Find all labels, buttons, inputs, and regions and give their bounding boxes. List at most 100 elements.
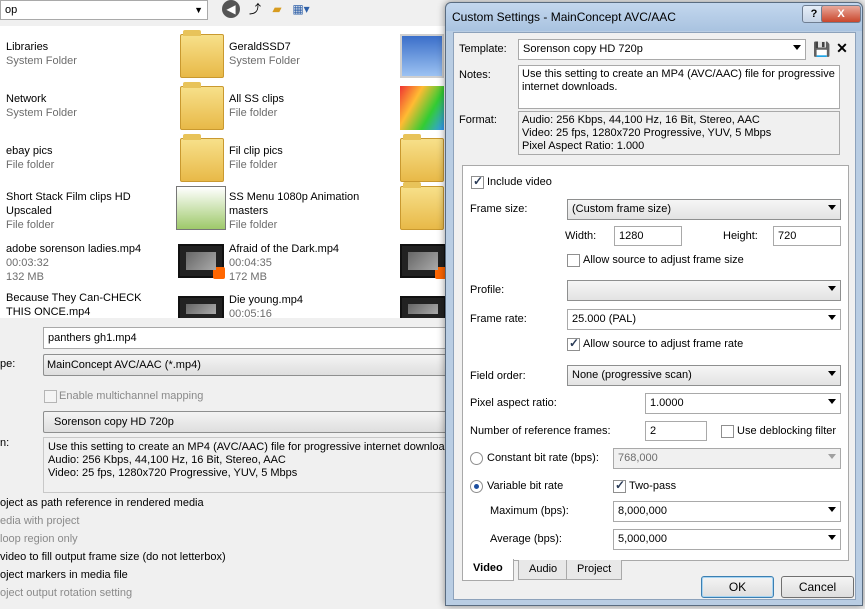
list-item[interactable]: Short Stack Film clips HD Upscaled File …: [6, 190, 166, 238]
computer-icon: [400, 34, 444, 78]
pixel-aspect-ratio-combo[interactable]: 1.0000: [645, 393, 841, 414]
format-line: Video: 25 fps, 1280x720 Progressive, YUV…: [522, 127, 772, 139]
field-order-label: Field order:: [470, 370, 526, 382]
list-item[interactable]: Libraries System Folder: [6, 40, 171, 88]
profile-combo[interactable]: [567, 280, 841, 301]
two-pass-checkbox[interactable]: [613, 478, 626, 493]
dialog-titlebar[interactable]: Custom Settings - MainConcept AVC/AAC ? …: [446, 3, 862, 31]
maximum-bit-rate-value: 8,000,000: [618, 505, 667, 517]
filename-value: panthers gh1.mp4: [48, 332, 137, 344]
video-file-icon: [178, 296, 224, 318]
description-label: n:: [0, 437, 10, 449]
list-item[interactable]: Because They Can-CHECK THIS ONCE.mp4: [6, 291, 166, 318]
chevron-down-icon: [828, 286, 836, 291]
file-type: File folder: [229, 219, 278, 231]
list-item[interactable]: Afraid of the Dark.mp4 00:04:35 172 MB: [229, 242, 394, 290]
list-item[interactable]: Die young.mp4 00:05:16: [229, 293, 394, 318]
average-bit-rate-combo[interactable]: 5,000,000: [613, 529, 841, 550]
field-order-combo[interactable]: None (progressive scan): [567, 365, 841, 386]
file-type: System Folder: [229, 55, 300, 67]
cancel-button[interactable]: Cancel: [781, 576, 854, 598]
file-type: File folder: [229, 107, 278, 119]
maximum-bit-rate-combo[interactable]: 8,000,000: [613, 501, 841, 522]
tab-project[interactable]: Project: [566, 560, 623, 580]
tab-label: Audio: [529, 563, 558, 575]
template-value: Sorenson copy HD 720p: [523, 43, 643, 55]
pixel-aspect-ratio-value: 1.0000: [650, 397, 684, 409]
deblocking-filter-checkbox[interactable]: [721, 425, 734, 438]
file-type: System Folder: [6, 55, 77, 67]
include-video-label: Include video: [487, 176, 552, 188]
allow-frame-size-checkbox[interactable]: [567, 254, 580, 267]
save-template-icon[interactable]: 💾: [813, 41, 830, 57]
filename-input[interactable]: panthers gh1.mp4: [43, 327, 447, 349]
view-menu-icon[interactable]: ▦▾: [292, 0, 310, 18]
template-combo[interactable]: Sorenson copy HD 720p: [43, 411, 447, 433]
notes-textarea[interactable]: Use this setting to create an MP4 (AVC/A…: [518, 65, 840, 109]
deblocking-filter-label: Use deblocking filter: [737, 425, 837, 437]
folder-path-combo[interactable]: op ▼: [0, 0, 208, 20]
constant-bit-rate-radio[interactable]: [470, 452, 483, 465]
dialog-title: Custom Settings - MainConcept AVC/AAC: [452, 10, 676, 24]
variable-bit-rate-radio[interactable]: [470, 480, 483, 493]
allow-frame-rate-checkbox[interactable]: [567, 336, 580, 351]
ok-label: OK: [728, 580, 747, 594]
list-item[interactable]: SS Menu 1080p Animation masters File fol…: [229, 190, 394, 238]
tab-audio[interactable]: Audio: [518, 560, 569, 580]
file-name: SS Menu 1080p Animation masters: [229, 191, 360, 217]
height-value: 720: [778, 230, 797, 242]
render-option-loop-region[interactable]: loop region only: [0, 533, 78, 545]
list-item[interactable]: adobe sorenson ladies.mp4 00:03:32 132 M…: [6, 242, 171, 290]
save-type-combo[interactable]: MainConcept AVC/AAC (*.mp4): [43, 354, 447, 376]
height-input[interactable]: 720: [773, 226, 841, 246]
include-video-checkbox[interactable]: [471, 174, 484, 189]
file-name: Die young.mp4: [229, 294, 303, 306]
frame-size-label: Frame size:: [470, 203, 528, 215]
up-folder-icon[interactable]: ⤴: [246, 0, 264, 18]
frame-size-combo[interactable]: (Custom frame size): [567, 199, 841, 220]
new-folder-icon[interactable]: ▰: [268, 0, 286, 18]
folder-icon: [400, 134, 444, 182]
list-item[interactable]: GeraldSSD7 System Folder: [229, 40, 394, 88]
render-option-fill-frame[interactable]: video to fill output frame size (do not …: [0, 551, 226, 563]
reference-frames-input[interactable]: 2: [645, 421, 707, 441]
delete-template-icon[interactable]: ✕: [834, 40, 850, 56]
template-value: Sorenson copy HD 720p: [54, 416, 174, 428]
dialog-client-area: Template: Sorenson copy HD 720p 💾 ✕ Note…: [453, 32, 856, 600]
back-icon[interactable]: ◀: [222, 0, 240, 18]
render-option-path-reference[interactable]: oject as path reference in rendered medi…: [0, 497, 204, 509]
folder-icon: [400, 86, 444, 130]
file-type: File folder: [6, 219, 55, 231]
file-name: All SS clips: [229, 93, 285, 105]
list-item[interactable]: ebay pics File folder: [6, 144, 171, 192]
video-file-icon: [178, 244, 225, 279]
list-item[interactable]: Network System Folder: [6, 92, 171, 140]
enable-multichannel-checkbox[interactable]: [44, 390, 57, 403]
list-item[interactable]: Fil clip pics File folder: [229, 144, 394, 192]
frame-rate-combo[interactable]: 25.000 (PAL): [567, 309, 841, 330]
cancel-label: Cancel: [798, 580, 837, 594]
render-option-media-with-project[interactable]: edia with project: [0, 515, 80, 527]
width-input[interactable]: 1280: [614, 226, 682, 246]
list-item[interactable]: All SS clips File folder: [229, 92, 394, 140]
vlc-icon: [213, 267, 225, 279]
video-file-icon: [400, 244, 447, 279]
custom-settings-dialog: Custom Settings - MainConcept AVC/AAC ? …: [445, 2, 863, 606]
render-option-rotation[interactable]: oject output rotation setting: [0, 587, 132, 599]
chevron-down-icon: [828, 399, 836, 404]
chevron-down-icon: [828, 535, 836, 540]
ok-button[interactable]: OK: [701, 576, 774, 598]
format-line: Audio: 256 Kbps, 44,100 Hz, 16 Bit, Ster…: [522, 114, 760, 126]
template-combo[interactable]: Sorenson copy HD 720p: [518, 39, 806, 60]
file-list[interactable]: Libraries System Folder GeraldSSD7 Syste…: [0, 26, 447, 318]
frame-rate-label: Frame rate:: [470, 313, 527, 325]
tab-video[interactable]: Video: [462, 559, 514, 581]
close-button[interactable]: X: [821, 5, 861, 23]
file-type: File folder: [6, 159, 55, 171]
width-label: Width:: [565, 230, 597, 242]
help-icon: ?: [810, 8, 818, 20]
folder-icon: [180, 134, 224, 182]
video-file-icon: [400, 296, 446, 318]
constant-bit-rate-combo[interactable]: 768,000: [613, 448, 841, 469]
render-option-project-markers[interactable]: oject markers in media file: [0, 569, 128, 581]
